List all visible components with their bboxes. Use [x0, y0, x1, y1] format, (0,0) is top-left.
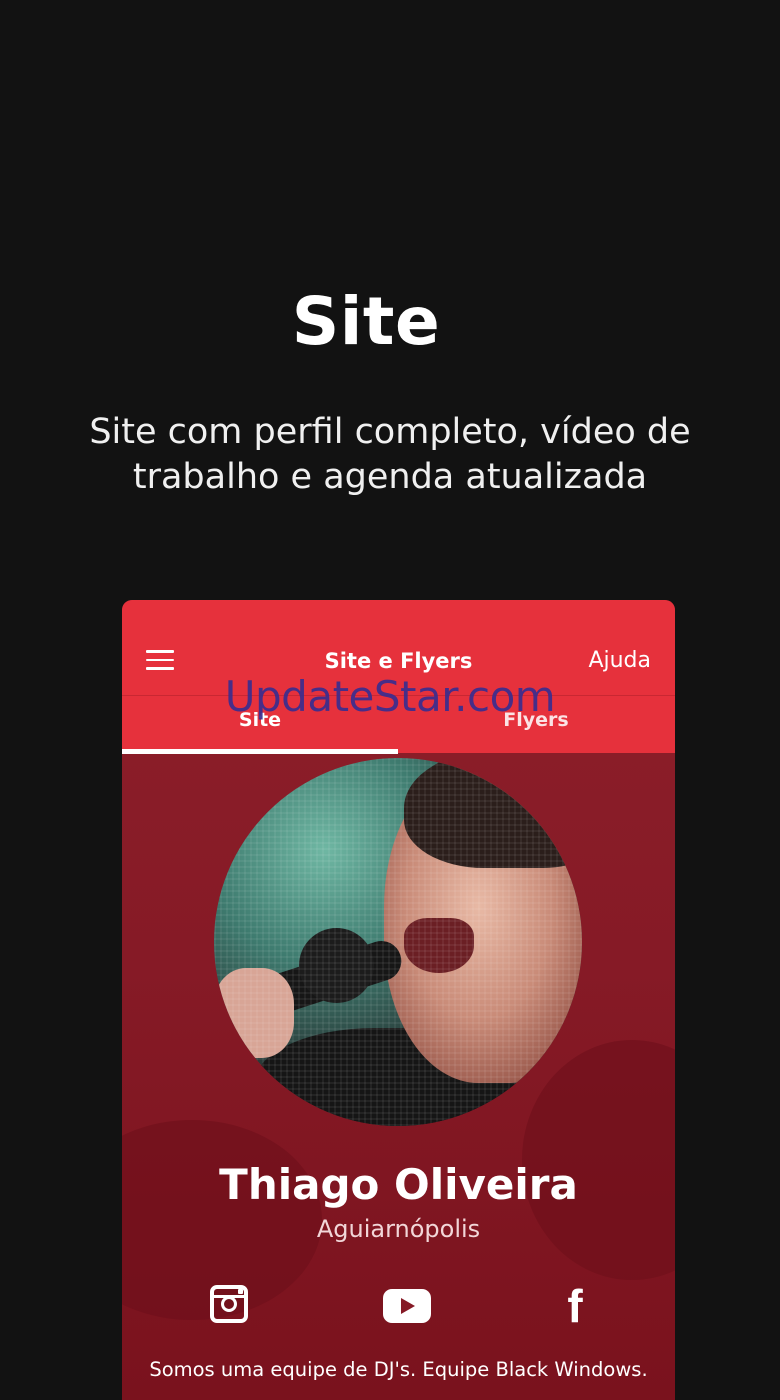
promo-subtitle-line-2: trabalho e agenda atualizada: [132, 457, 648, 497]
promo-title: Site: [291, 283, 441, 360]
profile-description: Somos uma equipe de DJ's. Equipe Black W…: [149, 1358, 648, 1381]
promo-subtitle: Site com perfil completo, vídeo de traba…: [0, 410, 780, 500]
instagram-icon[interactable]: [210, 1285, 248, 1323]
youtube-icon[interactable]: [383, 1289, 431, 1323]
active-tab-indicator: [122, 749, 398, 754]
facebook-icon[interactable]: f: [560, 1283, 590, 1329]
promo-subtitle-line-1: Site com perfil completo, vídeo de: [89, 412, 691, 452]
help-button[interactable]: Ajuda: [588, 648, 651, 673]
profile-city: Aguiarnópolis: [316, 1215, 481, 1243]
profile-name: Thiago Oliveira: [219, 1160, 578, 1209]
watermark-text: UpdateStar.com: [224, 672, 556, 721]
profile-avatar: [214, 758, 582, 1126]
